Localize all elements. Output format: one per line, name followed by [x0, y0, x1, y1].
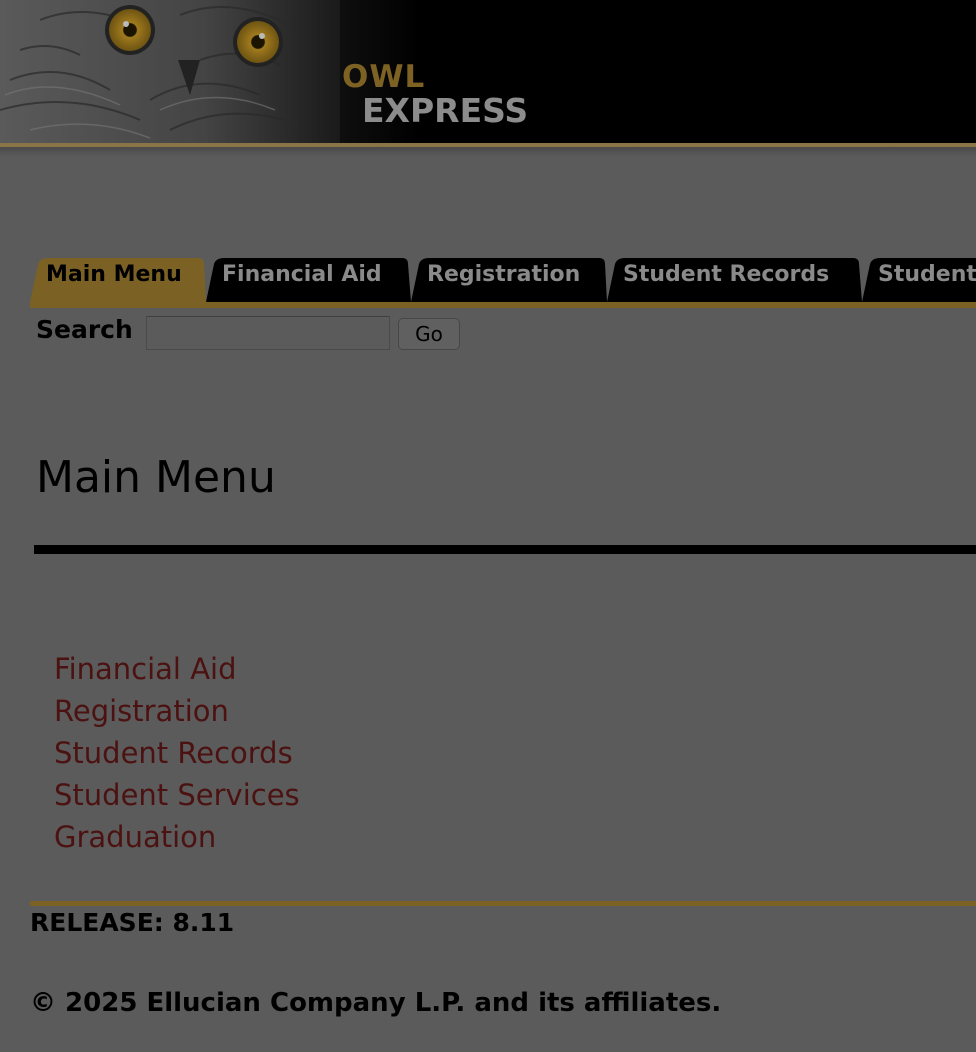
link-graduation[interactable]: Graduation [54, 820, 216, 854]
tab-financial-aid[interactable]: Financial Aid [206, 258, 411, 302]
link-financial-aid[interactable]: Financial Aid [54, 652, 237, 686]
list-item: Student Services [54, 774, 300, 816]
logo-owl-text: OWL [342, 59, 426, 95]
title-divider [34, 545, 976, 554]
list-item: Registration [54, 690, 300, 732]
link-student-services[interactable]: Student Services [54, 778, 300, 812]
search-label: Search [36, 315, 133, 344]
page-title: Main Menu [36, 452, 276, 503]
tab-main-menu[interactable]: Main Menu [30, 258, 206, 302]
tab-registration[interactable]: Registration [411, 258, 607, 302]
go-button[interactable]: Go [398, 318, 460, 350]
tab-bar: Main Menu Financial Aid Registration Stu… [30, 258, 976, 304]
list-item: Student Records [54, 732, 300, 774]
release-version: RELEASE: 8.11 [30, 908, 235, 937]
search-input[interactable] [146, 316, 390, 350]
tab-underline [30, 302, 976, 308]
footer-divider [30, 901, 976, 906]
copyright-text: © 2025 Ellucian Company L.P. and its aff… [30, 988, 722, 1018]
link-student-records[interactable]: Student Records [54, 736, 293, 770]
header-banner: OWL EXPRESS [0, 0, 976, 146]
list-item: Graduation [54, 816, 300, 858]
tab-student-records[interactable]: Student Records [607, 258, 862, 302]
banner-shadow [0, 147, 976, 157]
list-item: Financial Aid [54, 648, 300, 690]
tab-student-services[interactable]: Student [862, 258, 976, 302]
owl-icon [0, 0, 340, 143]
logo-express-text: EXPRESS [362, 91, 529, 130]
link-registration[interactable]: Registration [54, 694, 229, 728]
menu-link-list: Financial Aid Registration Student Recor… [54, 648, 300, 858]
